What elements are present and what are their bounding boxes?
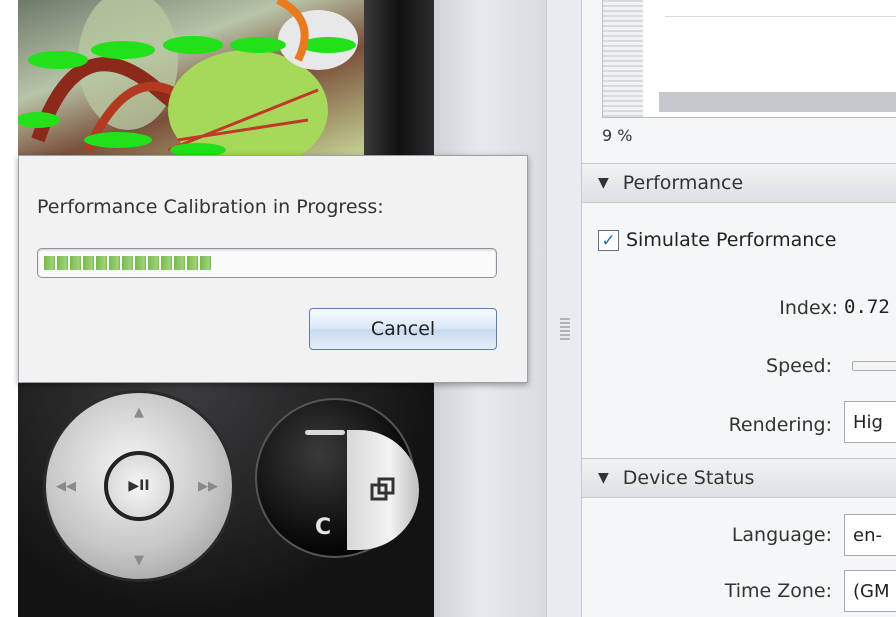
dash-mark (305, 430, 345, 435)
dialog-title: Performance Calibration in Progress: (37, 196, 384, 218)
rendering-label: Rendering: (728, 414, 832, 436)
calibration-progress-bar (37, 248, 497, 278)
properties-panel: 9 % ▼ Performance ✓ Simulate Performance… (582, 0, 896, 617)
down-arrow-icon[interactable]: ▼ (134, 553, 144, 568)
navigation-dpad[interactable]: ▲ ▼ ◀◀ ▶▶ ▶II (43, 390, 235, 582)
windows-icon (370, 477, 395, 501)
timezone-label: Time Zone: (724, 580, 832, 602)
up-arrow-icon[interactable]: ▲ (134, 405, 144, 420)
device-screen-graphics (18, 0, 358, 160)
checkmark-icon: ✓ (601, 230, 616, 251)
speed-slider[interactable] (852, 361, 896, 371)
performance-section-header[interactable]: ▼ Performance (582, 163, 896, 203)
progress-fill (44, 256, 213, 270)
c-key-button[interactable]: C (255, 398, 419, 558)
previous-track-icon[interactable]: ◀◀ (56, 479, 76, 494)
splitter-grip[interactable] (560, 318, 570, 340)
language-label: Language: (731, 524, 832, 546)
rendering-select[interactable]: Hig (844, 401, 896, 443)
preview-bar (659, 92, 896, 112)
index-value: 0.72 (844, 296, 890, 318)
calibration-dialog: Performance Calibration in Progress: Can… (18, 155, 528, 383)
preview-scrollbar[interactable] (603, 0, 643, 117)
c-key-label: C (315, 515, 332, 540)
simulate-performance-label: Simulate Performance (626, 229, 837, 251)
panel-splitter[interactable] (546, 0, 582, 617)
language-select[interactable]: en- (844, 514, 896, 556)
phone-bezel (364, 0, 434, 160)
timezone-select[interactable]: (GM (844, 570, 896, 612)
speed-label: Speed: (766, 355, 832, 377)
collapse-triangle-icon: ▼ (598, 470, 609, 486)
collapse-triangle-icon: ▼ (598, 175, 609, 191)
device-screen (18, 0, 364, 160)
simulate-performance-checkbox[interactable]: ✓ (598, 230, 619, 251)
cancel-button[interactable]: Cancel (309, 308, 497, 350)
index-label: Index: (779, 297, 838, 319)
percent-label: 9 % (602, 126, 633, 145)
preview-box (602, 0, 896, 118)
device-status-header-label: Device Status (622, 467, 755, 489)
performance-header-label: Performance (622, 172, 744, 194)
play-pause-button[interactable]: ▶II (104, 451, 174, 521)
preview-divider (665, 16, 896, 17)
device-status-section-header[interactable]: ▼ Device Status (582, 458, 896, 498)
next-track-icon[interactable]: ▶▶ (198, 479, 218, 494)
play-pause-icon: ▶II (128, 478, 150, 494)
